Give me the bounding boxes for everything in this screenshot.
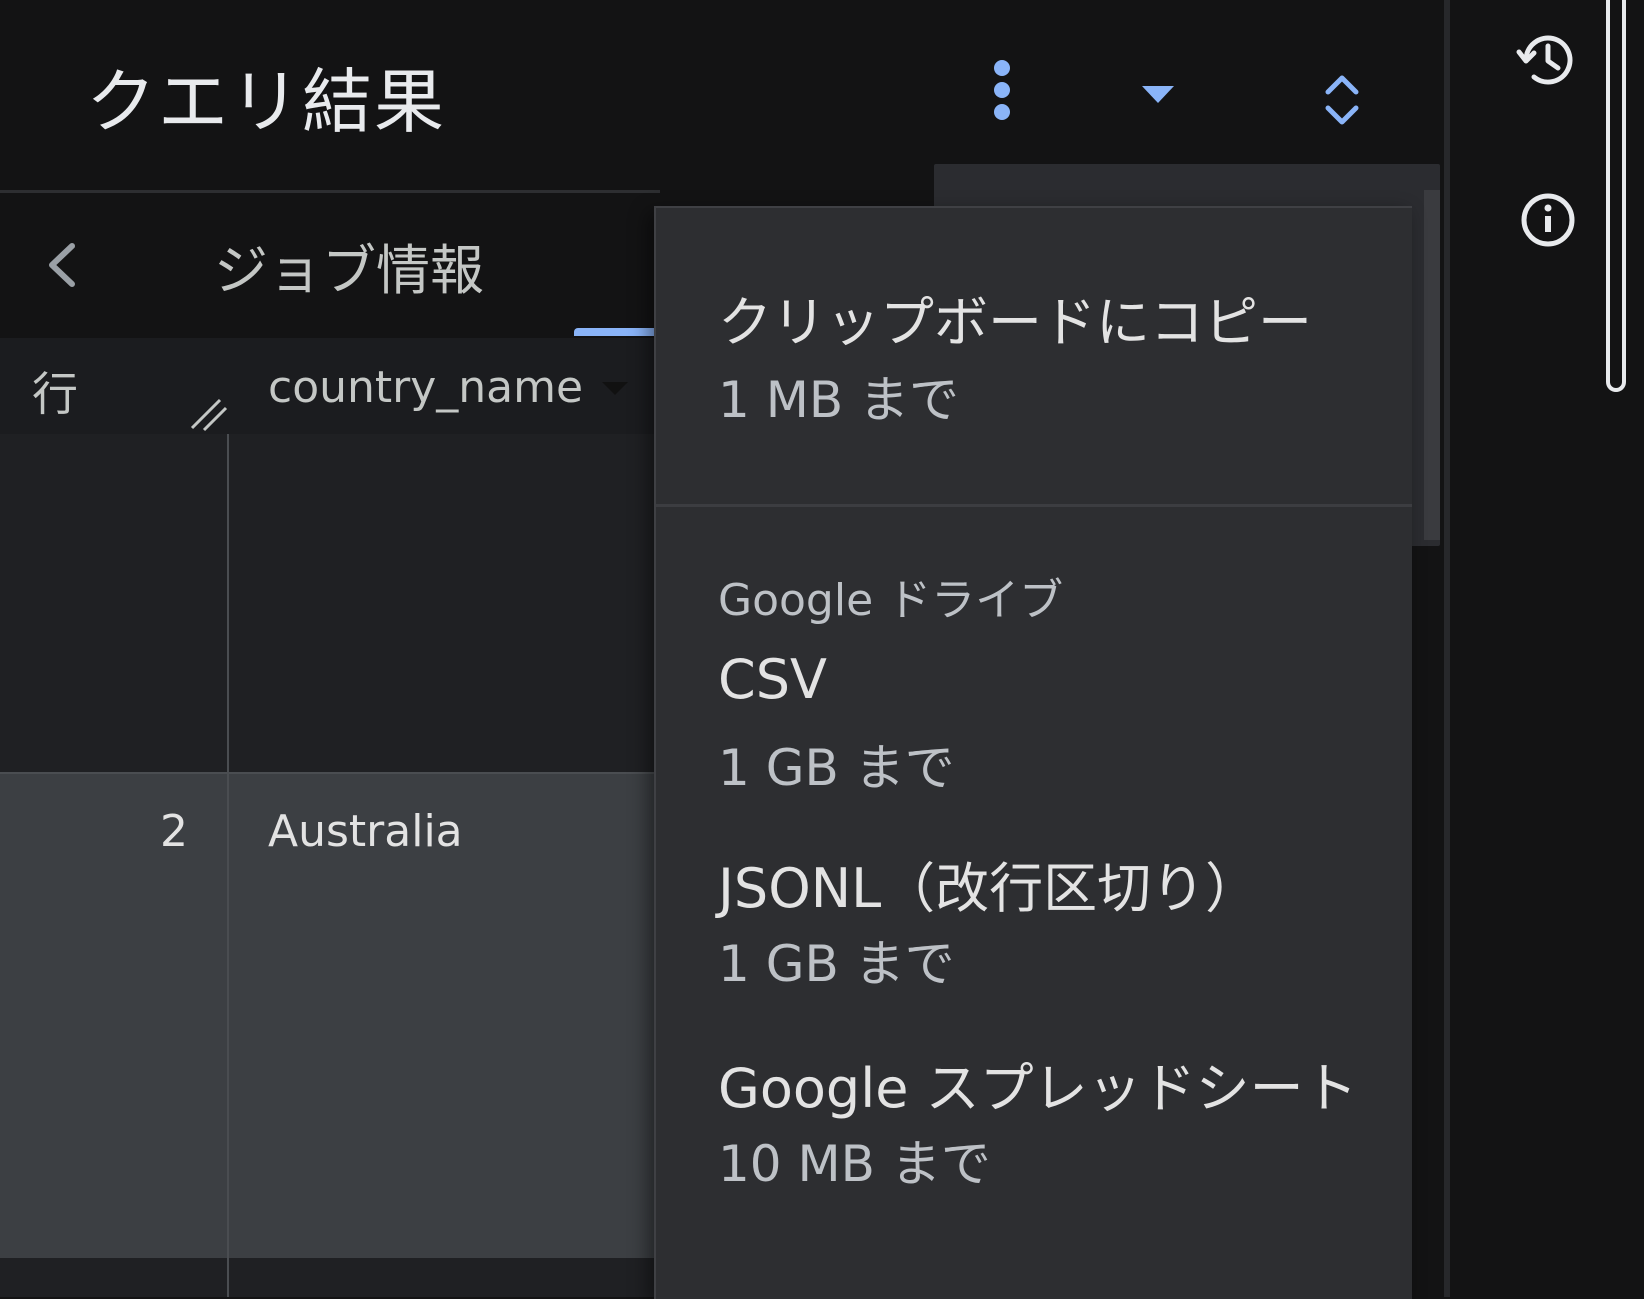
column-resize-handle[interactable] [188, 396, 230, 432]
menu-item-limit: 1 MB まで [718, 371, 960, 429]
chevron-left-icon[interactable] [42, 240, 82, 290]
menu-divider [656, 504, 1412, 507]
history-icon[interactable] [1516, 28, 1580, 92]
info-icon[interactable] [1516, 188, 1580, 252]
unfold-more-icon[interactable] [1322, 68, 1362, 132]
menu-item-label: JSONL（改行区切り） [718, 857, 1260, 920]
row-number-cell: 2 [160, 806, 188, 857]
menu-item-label: CSV [718, 648, 827, 711]
arrow-drop-down-icon[interactable] [1140, 84, 1176, 108]
page-title: クエリ結果 [86, 61, 446, 143]
menu-item-label: Google スプレッドシート [718, 1057, 1358, 1120]
active-tab-indicator [574, 328, 660, 336]
column-header-row[interactable]: 行 [32, 358, 78, 424]
tab-job-info[interactable]: ジョブ情報 [214, 226, 484, 305]
menu-item-label: クリップボードにコピー [718, 291, 1312, 354]
column-divider [227, 434, 229, 1297]
more-vert-icon-dot [994, 82, 1010, 98]
menu-section-header: Google ドライブ [718, 575, 1064, 626]
menu-item-jsonl[interactable]: JSONL（改行区切り） 1 GB まで [656, 824, 1412, 1020]
menu-item-copy-clipboard[interactable]: クリップボードにコピー 1 MB まで [656, 208, 1412, 504]
background-panel-edge [1424, 190, 1440, 540]
menu-item-csv[interactable]: CSV 1 GB まで [656, 628, 1412, 824]
more-options-button[interactable] [980, 58, 1024, 130]
column-header-country-name[interactable]: country_name [268, 362, 583, 413]
more-vert-icon-dot [994, 104, 1010, 120]
menu-item-limit: 1 GB まで [718, 739, 955, 797]
table-row[interactable] [0, 434, 660, 772]
more-vert-icon [994, 60, 1010, 76]
menu-item-limit: 1 GB まで [718, 935, 955, 993]
export-menu: クリップボードにコピー 1 MB まで Google ドライブ CSV 1 GB… [654, 206, 1412, 1299]
menu-item-google-sheets[interactable]: Google スプレッドシート 10 MB まで [656, 1020, 1412, 1226]
table-row[interactable] [0, 1258, 660, 1297]
scrollbar[interactable] [1606, 0, 1626, 392]
menu-item-limit: 10 MB まで [718, 1135, 991, 1193]
sort-caret-icon[interactable] [602, 382, 628, 395]
country-name-cell: Australia [268, 806, 463, 857]
